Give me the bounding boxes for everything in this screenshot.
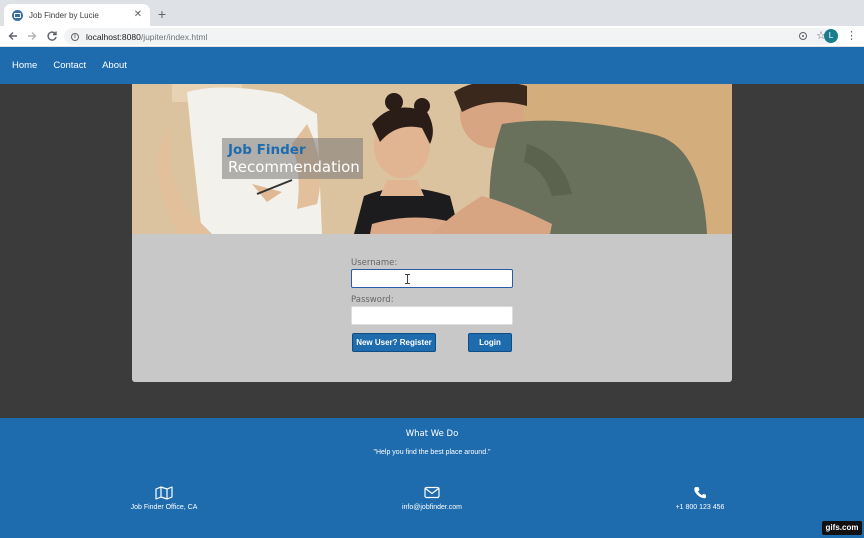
browser-toolbar: i localhost:8080/jupiter/index.html ☆ L …: [0, 26, 864, 47]
tab-title: Job Finder by Lucie: [29, 10, 99, 20]
nav-home[interactable]: Home: [12, 60, 37, 71]
register-button[interactable]: New User? Register: [352, 333, 436, 352]
favicon-icon: [12, 9, 23, 21]
login-panel: Username: Password: New User? Register L…: [132, 234, 732, 382]
hero-subtitle: Recommendation: [228, 158, 360, 176]
login-button[interactable]: Login: [468, 333, 512, 352]
browser-tabstrip: Job Finder by Lucie ✕ +: [0, 0, 864, 26]
forward-arrow-icon[interactable]: [25, 29, 39, 43]
hero-title-box: Job Finder Recommendation: [222, 138, 363, 179]
footer-email: info@jobfinder.com: [352, 486, 512, 511]
close-tab-icon[interactable]: ✕: [132, 9, 144, 21]
site-nav: Home Contact About: [0, 47, 864, 84]
footer-address: Job Finder Office, CA: [84, 486, 244, 511]
password-label: Password:: [351, 295, 394, 305]
watermark-badge: gifs.com: [822, 521, 862, 535]
profile-avatar[interactable]: L: [824, 29, 838, 43]
phone-text: +1 800 123 456: [675, 504, 725, 511]
footer-heading: What We Do: [405, 429, 459, 439]
password-input[interactable]: [351, 306, 513, 325]
username-input[interactable]: [351, 269, 513, 288]
phone-icon: [620, 486, 780, 501]
new-tab-button[interactable]: +: [155, 6, 169, 22]
envelope-icon: [352, 486, 512, 501]
hero-title: Job Finder: [228, 142, 306, 158]
back-arrow-icon[interactable]: [6, 29, 20, 43]
address-bar[interactable]: i localhost:8080/jupiter/index.html ☆: [64, 28, 834, 45]
text-cursor-icon: [405, 274, 410, 284]
location-icon[interactable]: [799, 32, 808, 40]
username-label: Username:: [351, 258, 398, 268]
hero-banner: Job Finder Recommendation: [132, 84, 732, 234]
browser-menu-icon[interactable]: ⋮: [846, 29, 857, 43]
url-path: /jupiter/index.html: [140, 31, 208, 42]
reload-icon[interactable]: [45, 29, 59, 43]
nav-contact[interactable]: Contact: [53, 60, 86, 71]
map-icon: [84, 486, 244, 501]
email-text[interactable]: info@jobfinder.com: [352, 504, 512, 511]
address-text: Job Finder Office, CA: [130, 504, 198, 511]
site-footer: What We Do "Help you find the best place…: [0, 418, 864, 538]
url-text: localhost:8080/jupiter/index.html: [86, 32, 207, 42]
browser-tab[interactable]: Job Finder by Lucie ✕: [4, 4, 150, 26]
info-icon[interactable]: i: [71, 32, 79, 41]
url-host: localhost:8080: [86, 31, 141, 42]
footer-phone: +1 800 123 456: [620, 486, 780, 511]
nav-about[interactable]: About: [102, 60, 127, 71]
footer-tagline: "Help you find the best place around.": [373, 449, 491, 456]
